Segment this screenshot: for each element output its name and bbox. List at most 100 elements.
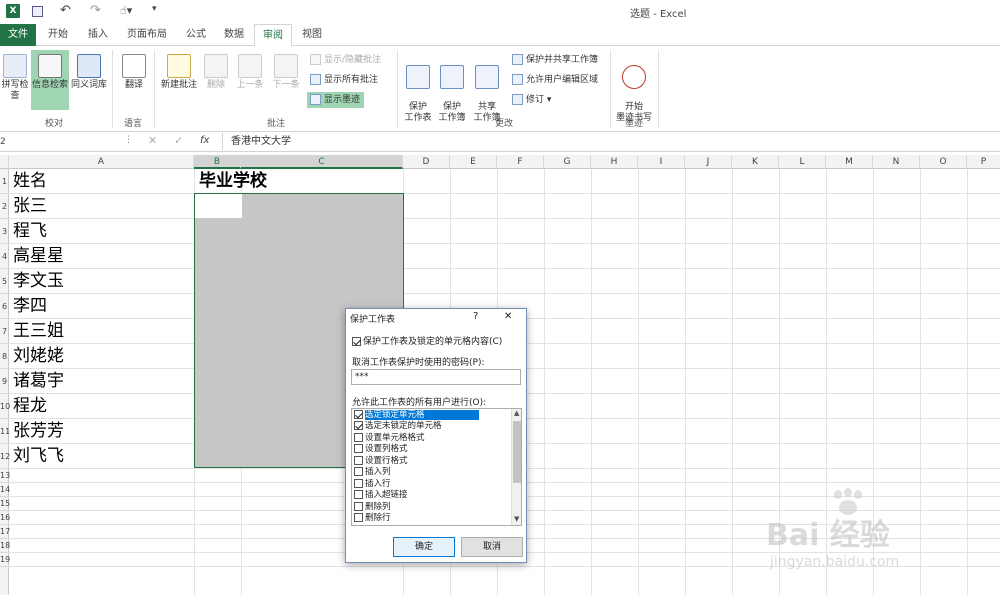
row-header[interactable]: 18 [0, 539, 10, 553]
save-icon[interactable] [32, 6, 43, 17]
name-cell[interactable]: 王三姐 [13, 319, 64, 344]
tab-home[interactable]: 开始 [40, 24, 76, 46]
row-header[interactable]: 11 [0, 419, 10, 444]
column-header[interactable]: C [241, 155, 403, 169]
row-header[interactable]: 3 [0, 219, 9, 244]
tab-view[interactable]: 视图 [294, 24, 330, 46]
column-header[interactable]: B [194, 155, 241, 169]
customize-qat-icon[interactable]: ▾ [152, 4, 157, 14]
cell-b1-header[interactable]: 毕业学校 [199, 169, 267, 194]
name-cell[interactable]: 高星星 [13, 244, 64, 269]
name-cell[interactable]: 李文玉 [13, 269, 64, 294]
select-all-corner[interactable] [0, 155, 9, 169]
row-header[interactable]: 1 [0, 169, 9, 194]
name-cell[interactable]: 程飞 [13, 219, 47, 244]
list-item[interactable]: 设置单元格格式 [354, 432, 425, 444]
column-header[interactable]: D [403, 155, 450, 169]
previous-comment-button[interactable]: 上一条 [233, 54, 267, 91]
insert-function-icon[interactable]: fx [200, 135, 209, 146]
start-inking-button[interactable]: 开始 墨迹书写 [614, 54, 654, 124]
name-cell[interactable]: 程龙 [13, 394, 47, 419]
column-header[interactable]: I [638, 155, 685, 169]
tab-file[interactable]: 文件 [0, 24, 36, 46]
list-item[interactable]: 插入超链接 [354, 490, 408, 501]
list-item[interactable]: 插入行 [354, 478, 391, 490]
column-header[interactable]: F [497, 155, 544, 169]
list-item[interactable]: 设置行格式 [354, 455, 408, 467]
next-comment-button[interactable]: 下一条 [269, 54, 303, 91]
protect-workbook-button[interactable]: 保护 工作簿 [436, 54, 468, 124]
column-header[interactable]: O [920, 155, 967, 169]
row-header[interactable]: 16 [0, 511, 10, 525]
permissions-list[interactable]: 选定锁定单元格 选定未锁定的单元格 设置单元格格式 设置列格式 设置行格式 插入… [351, 408, 522, 526]
row-header[interactable]: 12 [0, 444, 10, 469]
tab-data[interactable]: 数据 [216, 24, 252, 46]
redo-icon[interactable]: ↷ [90, 3, 101, 18]
tab-page-layout[interactable]: 页面布局 [120, 24, 174, 46]
name-box[interactable]: 2 [0, 135, 118, 149]
row-header[interactable]: 7 [0, 319, 9, 344]
translate-button[interactable]: 翻译 [118, 54, 150, 91]
row-header[interactable]: 19 [0, 553, 10, 567]
row-header[interactable]: 17 [0, 525, 10, 539]
share-workbook-button[interactable]: 共享 工作簿 [470, 54, 504, 124]
scroll-down-icon[interactable]: ▼ [514, 515, 519, 523]
column-header[interactable]: G [544, 155, 591, 169]
protect-share-workbook-button[interactable]: 保护并共享工作簿 [512, 52, 598, 68]
tab-insert[interactable]: 插入 [80, 24, 116, 46]
row-header[interactable]: 5 [0, 269, 9, 294]
row-header[interactable]: 14 [0, 483, 10, 497]
row-header[interactable]: 13 [0, 469, 10, 483]
row-header[interactable]: 15 [0, 497, 10, 511]
cancel-button[interactable]: 取消 [461, 537, 523, 557]
name-cell[interactable]: 刘姥姥 [13, 344, 64, 369]
row-header[interactable]: 2 [0, 194, 9, 219]
tab-review[interactable]: 审阅 [254, 24, 292, 47]
formula-input[interactable]: 香港中文大学 [222, 133, 998, 150]
column-header[interactable]: M [826, 155, 873, 169]
show-ink-button[interactable]: 显示墨迹 [307, 92, 365, 108]
allow-edit-ranges-button[interactable]: 允许用户编辑区域 [512, 72, 598, 88]
column-header[interactable]: L [779, 155, 826, 169]
track-changes-button[interactable]: 修订 ▾ [512, 92, 551, 108]
column-header[interactable]: N [873, 155, 920, 169]
active-cell[interactable] [195, 194, 242, 218]
row-header[interactable]: 10 [0, 394, 10, 419]
scrollbar-thumb[interactable] [513, 421, 521, 483]
column-header[interactable]: K [732, 155, 779, 169]
research-button[interactable]: 信息检索 [31, 50, 69, 110]
list-item[interactable]: 删除行 [354, 513, 391, 524]
thesaurus-button[interactable]: 同义词库 [70, 54, 108, 91]
show-hide-comment-button[interactable]: 显示/隐藏批注 [310, 52, 381, 68]
column-header[interactable]: P [967, 155, 1000, 169]
list-item[interactable]: 选定锁定单元格 [354, 410, 479, 421]
name-cell[interactable]: 刘飞飞 [13, 444, 64, 469]
list-scrollbar[interactable]: ▲ ▼ [511, 409, 521, 525]
name-cell[interactable]: 张三 [13, 194, 47, 219]
touch-mode-icon[interactable]: ☝▾ [120, 4, 132, 17]
scroll-up-icon[interactable]: ▲ [514, 409, 519, 417]
password-input[interactable]: *** [351, 369, 521, 385]
row-header[interactable]: 8 [0, 344, 9, 369]
undo-icon[interactable]: ↶ [60, 3, 71, 18]
column-header[interactable]: H [591, 155, 638, 169]
new-comment-button[interactable]: 新建批注 [158, 54, 200, 91]
row-header[interactable]: 4 [0, 244, 9, 269]
column-header[interactable]: E [450, 155, 497, 169]
protect-contents-checkbox[interactable]: 保护工作表及锁定的单元格内容(C) [352, 334, 502, 347]
name-cell[interactable]: 诸葛宇 [13, 369, 64, 394]
spell-check-button[interactable]: 拼写检查 [0, 54, 30, 102]
list-item[interactable]: 插入列 [354, 467, 391, 478]
cell-a1-header[interactable]: 姓名 [13, 169, 47, 194]
help-button[interactable]: ? [473, 311, 478, 322]
close-icon[interactable]: ✕ [504, 311, 512, 322]
row-header[interactable]: 9 [0, 369, 9, 394]
list-item[interactable]: 设置列格式 [354, 444, 408, 455]
show-all-comments-button[interactable]: 显示所有批注 [310, 72, 378, 88]
cancel-entry-icon[interactable]: ✕ [148, 134, 157, 147]
list-item[interactable]: 删除列 [354, 501, 391, 513]
protect-sheet-button[interactable]: 保护 工作表 [402, 54, 434, 124]
list-item[interactable]: 选定未锁定的单元格 [354, 421, 442, 432]
name-cell[interactable]: 李四 [13, 294, 47, 319]
column-header[interactable]: A [9, 155, 194, 169]
